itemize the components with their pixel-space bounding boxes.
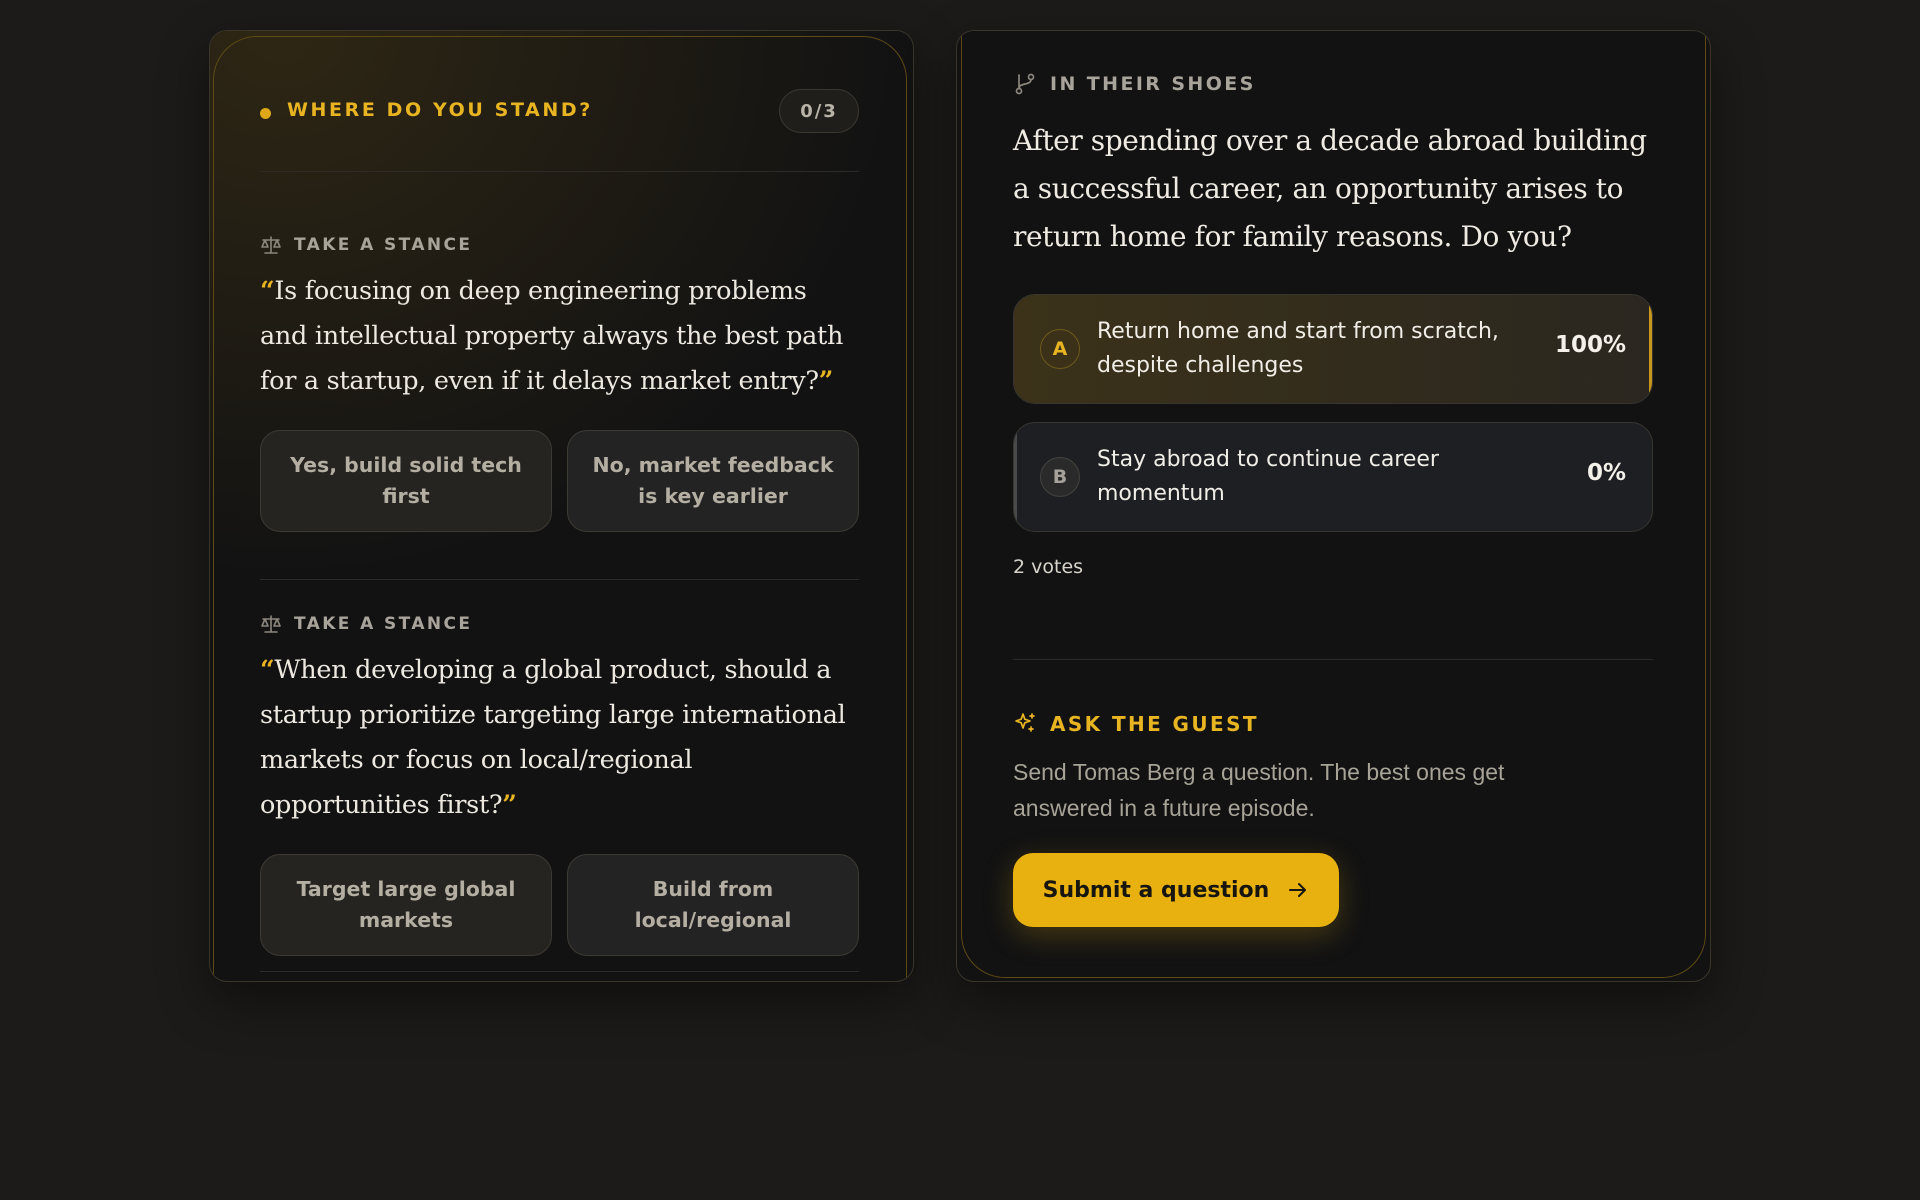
option-letter: B xyxy=(1040,457,1080,497)
ask-guest-description: Send Tomas Berg a question. The best one… xyxy=(1013,759,1505,821)
stance-item: TAKE A STANCE “Is focusing on deep engin… xyxy=(260,231,859,534)
divider xyxy=(260,171,859,172)
stance-choices: Yes, build solid tech first No, market f… xyxy=(260,430,859,534)
in-their-shoes-label-text: IN THEIR SHOES xyxy=(1050,73,1256,95)
stance-choices: Target large global markets Build from l… xyxy=(260,854,859,958)
poll-option-a[interactable]: A Return home and start from scratch, de… xyxy=(1013,294,1653,404)
stances-title: WHERE DO YOU STAND? xyxy=(287,99,593,121)
arrow-right-icon xyxy=(1289,883,1307,897)
vote-count: 2 votes xyxy=(1013,556,1084,578)
stance-option-global[interactable]: Target large global markets xyxy=(260,854,552,956)
stance-option-no[interactable]: No, market feedback is key earlier xyxy=(567,430,859,532)
divider xyxy=(260,971,859,972)
signpost-icon xyxy=(1015,73,1035,95)
divider xyxy=(1013,659,1653,660)
accent-dot xyxy=(260,108,271,119)
stance-question-text: Is focusing on deep engineering problems… xyxy=(260,276,844,396)
stance-question: “When developing a global product, shoul… xyxy=(260,655,846,820)
progress-badge: 0/3 xyxy=(779,89,859,133)
option-text: Stay abroad to continue career momentum xyxy=(1097,447,1439,506)
ask-guest-label-text: ASK THE GUEST xyxy=(1050,712,1259,736)
stance-item: TAKE A STANCE “When developing a global … xyxy=(260,610,859,958)
stance-option-local[interactable]: Build from local/regional xyxy=(567,854,859,956)
divider xyxy=(260,579,859,580)
stance-option-yes[interactable]: Yes, build solid tech first xyxy=(260,430,552,532)
stance-label: TAKE A STANCE xyxy=(260,231,859,259)
scale-icon xyxy=(261,236,281,254)
option-text: Return home and start from scratch, desp… xyxy=(1097,319,1499,378)
option-percent: 0% xyxy=(1586,460,1626,486)
scenario-text: After spending over a decade abroad buil… xyxy=(1013,124,1647,253)
option-letter: A xyxy=(1040,329,1080,369)
scale-icon xyxy=(261,615,281,633)
submit-question-label: Submit a question xyxy=(1042,877,1270,903)
stance-label: TAKE A STANCE xyxy=(260,610,859,638)
stances-header: WHERE DO YOU STAND? 0/3 xyxy=(260,89,859,139)
poll-option-b[interactable]: B Stay abroad to continue career momentu… xyxy=(1013,422,1653,532)
stances-card: WHERE DO YOU STAND? 0/3 TAKE A STANCE “I… xyxy=(209,30,914,982)
ask-guest-label: ASK THE GUEST xyxy=(1013,709,1413,739)
submit-question-button[interactable]: Submit a question xyxy=(1013,853,1339,927)
in-their-shoes-card: IN THEIR SHOES After spending over a dec… xyxy=(956,30,1711,982)
stance-question: “Is focusing on deep engineering problem… xyxy=(260,276,844,396)
poll-endcap xyxy=(1649,303,1652,395)
poll-endcap xyxy=(1014,431,1017,523)
stance-label-text: TAKE A STANCE xyxy=(294,614,473,634)
stance-label-text: TAKE A STANCE xyxy=(294,235,473,255)
option-percent: 100% xyxy=(1554,332,1626,358)
sparkle-icon xyxy=(1015,713,1035,732)
in-their-shoes-label: IN THEIR SHOES xyxy=(1013,69,1413,99)
stance-question-text: When developing a global product, should… xyxy=(260,655,846,820)
